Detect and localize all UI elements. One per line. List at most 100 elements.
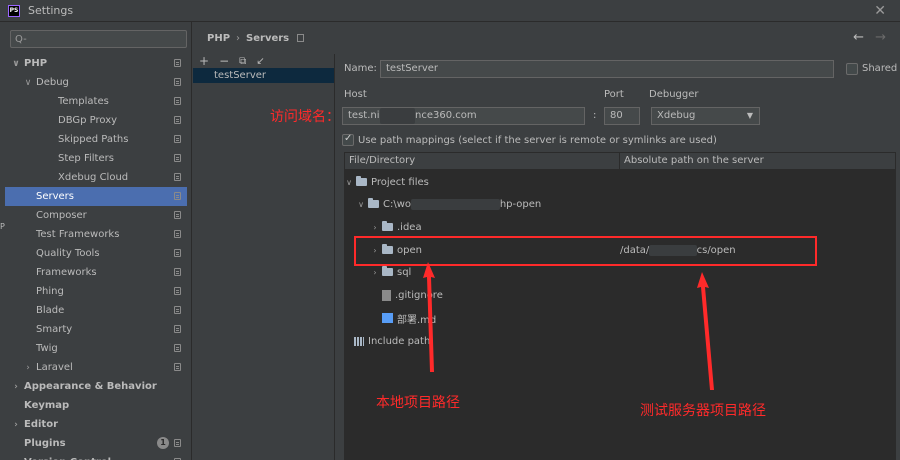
project-scope-icon (174, 116, 181, 124)
breadcrumb-php[interactable]: PHP (207, 33, 230, 44)
project-scope-icon (174, 325, 181, 333)
tree-node-project-files[interactable]: ∨ Project files (344, 173, 429, 191)
path-mappings-label: Use path mappings (select if the server … (358, 135, 717, 146)
sidebar-item-composer[interactable]: Composer (5, 206, 187, 225)
close-icon[interactable]: ✕ (874, 3, 886, 19)
sidebar-item-laravel[interactable]: › Laravel (5, 358, 187, 377)
column-file-directory[interactable]: File/Directory (345, 153, 620, 169)
mappings-tree: ∨ Project files ∨ C:\woxxxxxxxxxxxxxxxhp… (344, 170, 896, 460)
debugger-value: Xdebug (657, 110, 696, 121)
sidebar-item-editor[interactable]: › Editor (5, 415, 187, 434)
annotation-highlight-box (354, 236, 817, 266)
column-absolute-path[interactable]: Absolute path on the server (620, 153, 895, 169)
folder-icon (368, 198, 379, 208)
sidebar-item-test-frameworks[interactable]: Test Frameworks (5, 225, 187, 244)
tree-node-idea[interactable]: › .idea (370, 218, 422, 236)
sidebar-item-version-control[interactable]: ›Version Control (5, 453, 187, 460)
sidebar-item-step-filters[interactable]: Step Filters (5, 149, 187, 168)
sidebar-item-label: Twig (36, 343, 58, 354)
sidebar-item-smarty[interactable]: Smarty (5, 320, 187, 339)
server-item-testserver[interactable]: testServer (193, 68, 334, 83)
chevron-down-icon[interactable]: ∨ (23, 78, 33, 88)
breadcrumb-servers: Servers (246, 32, 290, 44)
path-mappings-checkbox[interactable] (342, 133, 354, 146)
sidebar-item-label: Phing (36, 286, 64, 297)
sidebar-item-dbgp-proxy[interactable]: DBGp Proxy (5, 111, 187, 130)
sidebar-item-label: DBGp Proxy (58, 115, 118, 126)
project-scope-icon (174, 249, 181, 257)
sidebar-item-templates[interactable]: Templates (5, 92, 187, 111)
redacted-host: xxxxxx (379, 108, 416, 124)
sidebar-item-phing[interactable]: Phing (5, 282, 187, 301)
project-scope-icon (297, 34, 305, 42)
edit-icon[interactable]: ↙ (256, 56, 264, 67)
shared-label: Shared (862, 63, 898, 74)
copy-icon[interactable]: ⧉ (239, 56, 246, 67)
port-field[interactable]: 80 (604, 107, 640, 125)
tree-node-include-path[interactable]: Include path (354, 332, 430, 350)
host-field[interactable]: test.nixxxxxxnce360.com (342, 107, 585, 125)
sidebar-item-twig[interactable]: Twig (5, 339, 187, 358)
name-field[interactable]: testServer (380, 60, 834, 78)
sidebar-item-appearance-behavior[interactable]: › Appearance & Behavior (5, 377, 187, 396)
chevron-right-icon: › (373, 267, 377, 277)
phpstorm-app-icon: PS (8, 4, 20, 17)
sidebar-item-servers[interactable]: Servers (5, 187, 187, 206)
servers-toolbar: + − ⧉ ↙ (193, 54, 334, 68)
project-scope-icon (174, 439, 181, 447)
sidebar-item-frameworks[interactable]: Frameworks (5, 263, 187, 282)
debugger-select[interactable]: Xdebug ▼ (651, 107, 760, 125)
node-label: Include path (368, 335, 431, 347)
folder-icon (382, 221, 393, 231)
sidebar-item-keymap[interactable]: Keymap (5, 396, 187, 415)
add-icon[interactable]: + (199, 54, 209, 68)
sidebar-item-skipped-paths[interactable]: Skipped Paths (5, 130, 187, 149)
sidebar-item-label: Editor (24, 419, 58, 430)
chevron-down-icon[interactable]: ∨ (11, 59, 21, 69)
sidebar-item-label: Composer (36, 210, 87, 221)
name-label: Name: (344, 63, 377, 74)
chevron-right-icon[interactable]: › (11, 420, 21, 430)
node-label: .gitignore (395, 289, 443, 301)
project-scope-icon (174, 135, 181, 143)
library-icon (354, 336, 364, 346)
remove-icon[interactable]: − (219, 54, 229, 68)
sidebar-item-label: Servers (36, 191, 75, 202)
settings-search[interactable]: Q- (10, 30, 187, 48)
chevron-down-icon: ▼ (746, 111, 753, 120)
project-scope-icon (174, 59, 181, 67)
host-label: Host (344, 89, 367, 100)
mappings-header: File/Directory Absolute path on the serv… (344, 152, 896, 170)
host-suffix: nce360.com (415, 110, 477, 121)
node-label-prefix: C:\wo (383, 198, 412, 210)
back-arrow-icon[interactable]: ← (853, 30, 864, 45)
sidebar-item-label: Xdebug Cloud (58, 172, 129, 183)
annotation-server-path: 测试服务器项目路径 (640, 403, 766, 419)
sidebar-item-plugins[interactable]: Plugins 1 (5, 434, 187, 453)
sidebar-item-label: Debug (36, 77, 69, 88)
node-label: Project files (371, 176, 429, 188)
sidebar-item-label: Smarty (36, 324, 73, 335)
tree-node-deploy-md[interactable]: 部署.md (382, 309, 436, 327)
sidebar-item-debug[interactable]: ∨ Debug (5, 73, 187, 92)
search-input[interactable] (30, 33, 181, 45)
project-scope-icon (174, 268, 181, 276)
forward-arrow-icon: → (875, 30, 886, 45)
sidebar-item-xdebug-cloud[interactable]: Xdebug Cloud (5, 168, 187, 187)
breadcrumb-separator: › (236, 32, 241, 44)
search-icon: Q- (15, 33, 27, 45)
sidebar-item-blade[interactable]: Blade (5, 301, 187, 320)
node-label: sql (397, 266, 412, 278)
project-scope-icon (174, 192, 181, 200)
sidebar-item-php[interactable]: ∨ PHP (5, 54, 187, 73)
sidebar-item-quality-tools[interactable]: Quality Tools (5, 244, 187, 263)
shared-checkbox[interactable] (846, 63, 858, 75)
sidebar-item-label: Frameworks (36, 267, 97, 278)
chevron-right-icon[interactable]: › (23, 363, 33, 373)
node-label: 部署.md (397, 314, 437, 326)
settings-tree: ∨ PHP ∨ Debug Templates DBGp Proxy Skipped Pat… (5, 54, 187, 460)
sidebar-item-label: Templates (58, 96, 109, 107)
chevron-right-icon[interactable]: › (11, 382, 21, 392)
tree-node-gitignore[interactable]: .gitignore (382, 286, 443, 304)
tree-node-root[interactable]: ∨ C:\woxxxxxxxxxxxxxxxhp-open (356, 195, 541, 213)
